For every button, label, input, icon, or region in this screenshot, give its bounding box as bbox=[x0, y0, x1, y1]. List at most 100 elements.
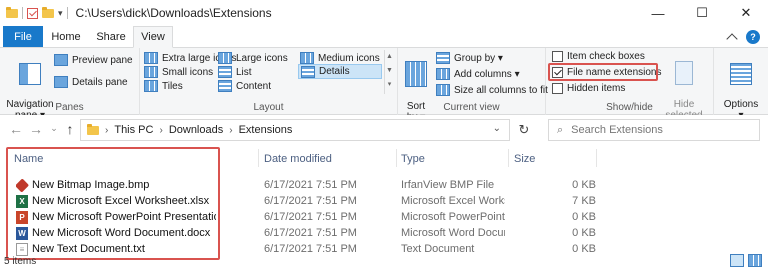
layout-content[interactable]: Content bbox=[218, 80, 271, 92]
breadcrumb-extensions[interactable]: Extensions bbox=[239, 124, 293, 136]
column-header-type[interactable]: Type bbox=[401, 149, 425, 169]
file-type: Microsoft PowerPoint P... bbox=[401, 211, 505, 223]
column-divider[interactable] bbox=[258, 149, 259, 167]
layout-option-label: Content bbox=[236, 80, 272, 92]
file-date: 6/17/2021 7:51 PM bbox=[264, 179, 357, 191]
layout-small-icons[interactable]: Small icons bbox=[144, 66, 213, 78]
layout-group: Extra large icons Large icons Medium ico… bbox=[140, 48, 398, 115]
tiles-icon bbox=[144, 80, 158, 92]
layout-list[interactable]: List bbox=[218, 66, 252, 78]
item-check-boxes-option[interactable]: Item check boxes bbox=[552, 51, 645, 62]
ribbon-tabs: File Home Share View ? bbox=[0, 26, 768, 48]
highlight-box bbox=[6, 147, 220, 260]
ribbon-controls: ? bbox=[726, 30, 760, 45]
properties-icon[interactable] bbox=[27, 7, 38, 19]
address-row: ← → ⌄ ↑ › This PC › Downloads › Extensio… bbox=[0, 115, 768, 145]
up-arrow-icon[interactable]: ↑ bbox=[60, 121, 80, 137]
back-arrow-icon[interactable]: ← bbox=[6, 121, 26, 137]
current-view-group-label: Current view bbox=[443, 102, 500, 113]
search-input[interactable]: ⌕ Search Extensions bbox=[548, 119, 760, 141]
details-pane-button[interactable]: Details pane bbox=[54, 76, 128, 88]
list-icon bbox=[218, 66, 232, 78]
scroll-down-icon[interactable]: ▼ bbox=[385, 64, 394, 78]
tab-share[interactable]: Share bbox=[89, 26, 133, 47]
file-type: Microsoft Excel Worksh... bbox=[401, 195, 505, 207]
status-bar: 5 items bbox=[0, 253, 768, 270]
layout-details[interactable]: Details bbox=[298, 64, 382, 79]
chevron-right-icon[interactable]: › bbox=[159, 125, 162, 136]
layout-option-label: Large icons bbox=[236, 52, 288, 64]
group-by-button[interactable]: Group by ▾ bbox=[436, 52, 503, 64]
tab-view[interactable]: View bbox=[133, 26, 173, 48]
breadcrumb-this-pc[interactable]: This PC bbox=[114, 124, 153, 136]
collapse-ribbon-icon[interactable] bbox=[726, 33, 738, 45]
layout-option-label: List bbox=[236, 66, 252, 78]
group-by-icon bbox=[436, 52, 450, 64]
forward-arrow-icon[interactable]: → bbox=[26, 121, 46, 137]
column-divider[interactable] bbox=[508, 149, 509, 167]
preview-pane-button[interactable]: Preview pane bbox=[54, 54, 133, 66]
maximize-button[interactable]: ☐ bbox=[680, 0, 724, 26]
customize-quick-access-icon[interactable]: ▾ bbox=[58, 8, 63, 19]
details-icon bbox=[301, 65, 315, 78]
column-header-date[interactable]: Date modified bbox=[264, 149, 332, 169]
show-hide-group-label: Show/hide bbox=[606, 102, 653, 113]
large-icons-icon bbox=[218, 52, 232, 64]
add-columns-label: Add columns ▾ bbox=[454, 68, 520, 80]
file-size: 0 KB bbox=[572, 179, 596, 191]
folder-icon[interactable] bbox=[6, 6, 18, 18]
file-size: 7 KB bbox=[572, 195, 596, 207]
layout-medium-icons[interactable]: Medium icons bbox=[300, 52, 380, 64]
large-icons-view-icon[interactable] bbox=[748, 254, 762, 267]
divider bbox=[66, 7, 68, 19]
hidden-items-option[interactable]: Hidden items bbox=[552, 83, 625, 94]
file-date: 6/17/2021 7:51 PM bbox=[264, 195, 357, 207]
chevron-right-icon[interactable]: › bbox=[229, 125, 232, 136]
item-count: 5 items bbox=[4, 256, 37, 267]
item-check-boxes-checkbox[interactable] bbox=[552, 51, 563, 62]
title-bar: ▾ C:\Users\dick\Downloads\Extensions — ☐… bbox=[0, 0, 768, 26]
hidden-items-checkbox[interactable] bbox=[552, 83, 563, 94]
window-title: C:\Users\dick\Downloads\Extensions bbox=[75, 6, 272, 20]
panes-group-label: Panes bbox=[55, 102, 84, 113]
file-size: 0 KB bbox=[572, 211, 596, 223]
options-button[interactable]: Options ▾ bbox=[720, 52, 762, 121]
add-columns-button[interactable]: Add columns ▾ bbox=[436, 68, 520, 80]
file-date: 6/17/2021 7:51 PM bbox=[264, 211, 357, 223]
tab-file[interactable]: File bbox=[3, 26, 43, 47]
column-divider[interactable] bbox=[596, 149, 597, 167]
breadcrumb-downloads[interactable]: Downloads bbox=[169, 124, 223, 136]
help-icon[interactable]: ? bbox=[746, 30, 760, 44]
file-date: 6/17/2021 7:51 PM bbox=[264, 227, 357, 239]
refresh-icon[interactable]: ↻ bbox=[513, 119, 535, 141]
chevron-right-icon[interactable]: › bbox=[105, 125, 108, 136]
address-bar[interactable]: › This PC › Downloads › Extensions ⌄ bbox=[80, 119, 510, 141]
details-view-icon[interactable] bbox=[730, 254, 744, 267]
navigation-pane-icon bbox=[19, 63, 41, 85]
folder-icon bbox=[87, 123, 99, 135]
scroll-up-icon[interactable]: ▲ bbox=[385, 50, 394, 64]
layout-option-label: Medium icons bbox=[318, 52, 380, 64]
details-pane-label: Details pane bbox=[72, 76, 128, 88]
current-view-group: Sort by ▾ Group by ▾ Add columns ▾ Size … bbox=[398, 48, 548, 123]
file-type: Microsoft Word Docum... bbox=[401, 227, 505, 239]
tab-home[interactable]: Home bbox=[43, 26, 89, 47]
layout-scroller[interactable]: ▲ ▼ ▾ bbox=[384, 50, 394, 94]
column-header-size[interactable]: Size bbox=[514, 149, 535, 169]
layout-option-label: Small icons bbox=[162, 66, 214, 78]
layout-large-icons[interactable]: Large icons bbox=[218, 52, 288, 64]
preview-pane-label: Preview pane bbox=[72, 54, 133, 66]
new-folder-icon[interactable] bbox=[42, 6, 54, 18]
column-divider[interactable] bbox=[396, 149, 397, 167]
expand-gallery-icon[interactable]: ▾ bbox=[385, 78, 394, 92]
minimize-button[interactable]: — bbox=[636, 0, 680, 26]
layout-option-label: Tiles bbox=[162, 80, 183, 92]
preview-pane-icon bbox=[54, 54, 68, 66]
hide-selected-icon bbox=[675, 61, 693, 85]
panes-group: Navigation pane ▾ Preview pane Details p… bbox=[0, 48, 140, 121]
size-all-columns-button[interactable]: Size all columns to fit bbox=[436, 84, 548, 96]
layout-tiles[interactable]: Tiles bbox=[144, 80, 183, 92]
view-switcher bbox=[730, 254, 762, 267]
address-dropdown-icon[interactable]: ⌄ bbox=[493, 123, 501, 134]
close-button[interactable]: ✕ bbox=[724, 0, 768, 26]
